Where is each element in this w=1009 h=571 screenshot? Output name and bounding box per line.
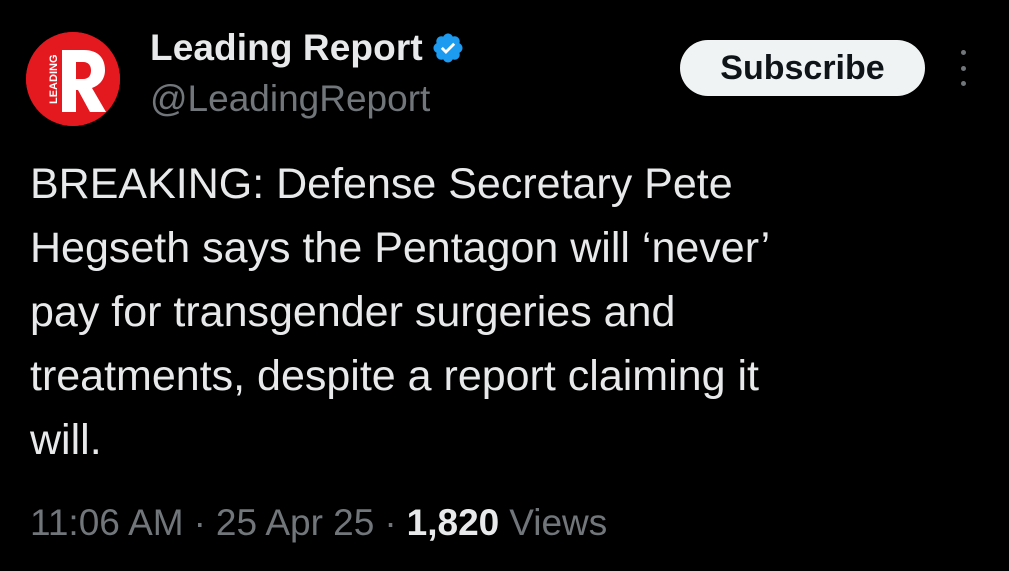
name-row[interactable]: Leading Report (150, 24, 465, 72)
more-dot (960, 65, 966, 71)
tweet-meta: 11:06 AM · 25 Apr 25 · 1,820 Views (30, 498, 607, 548)
tweet-card: LEADING Leading Report @LeadingReport Su… (0, 0, 1009, 571)
more-vertical-icon[interactable] (950, 50, 976, 86)
separator: · (384, 502, 397, 543)
separator: · (193, 502, 206, 543)
more-dot (960, 81, 966, 86)
views-count[interactable]: 1,820 (407, 502, 500, 544)
avatar-text: LEADING (48, 55, 60, 105)
avatar[interactable]: LEADING (26, 32, 120, 126)
tweet-date[interactable]: 25 Apr 25 (216, 502, 374, 544)
subscribe-button[interactable]: Subscribe (680, 40, 925, 96)
views-label[interactable]: Views (509, 502, 607, 544)
leading-report-logo: LEADING (26, 32, 120, 126)
verified-badge-icon (431, 31, 465, 65)
tweet-text: BREAKING: Defense Secretary Pete Hegseth… (30, 160, 771, 464)
display-name[interactable]: Leading Report (150, 27, 423, 69)
tweet-time[interactable]: 11:06 AM (30, 502, 184, 544)
more-dot (960, 50, 966, 55)
account-handle[interactable]: @LeadingReport (150, 78, 430, 120)
